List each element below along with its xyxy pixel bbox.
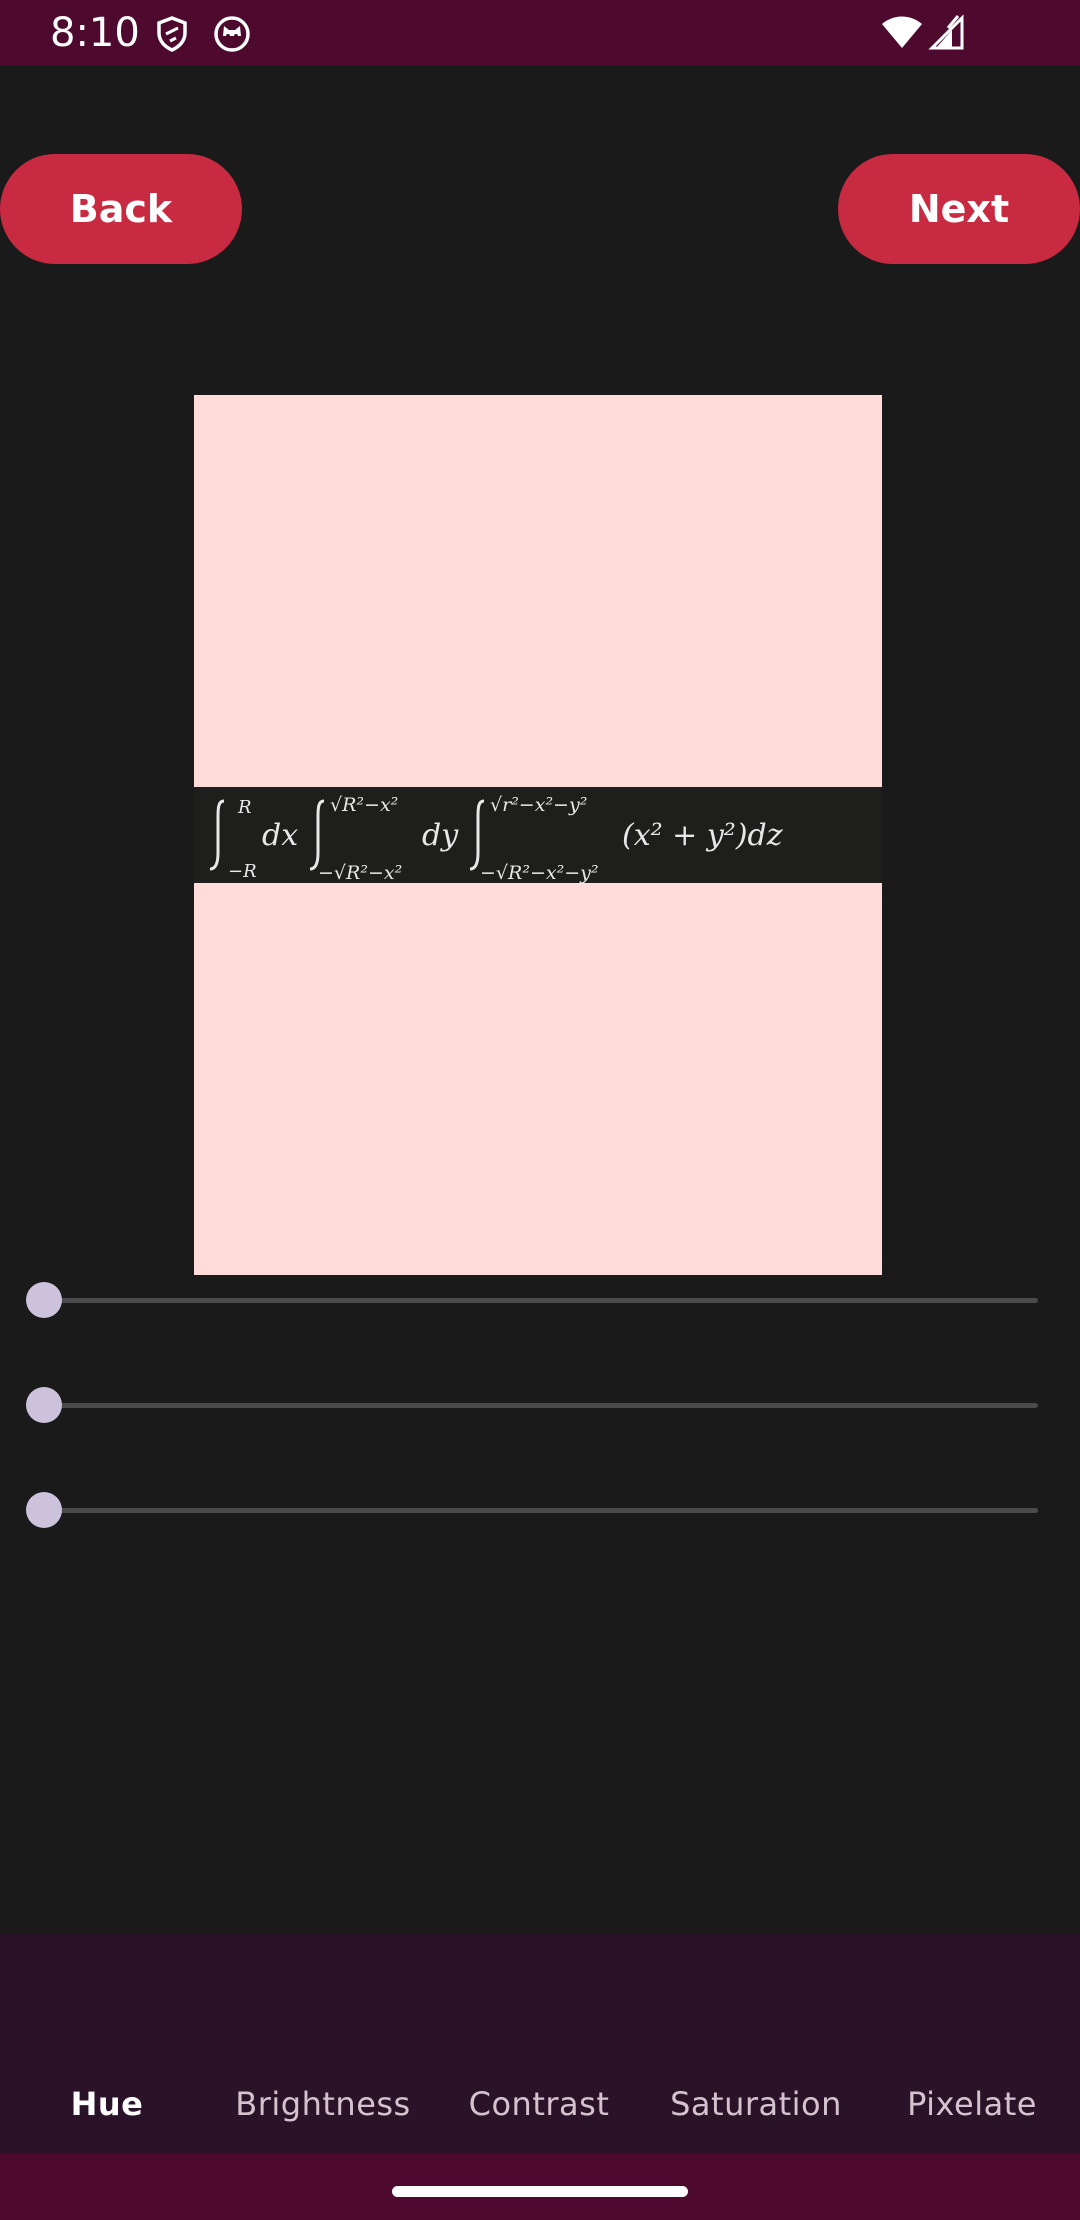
svg-text:(x² + y²)dz: (x² + y²)dz [622, 818, 783, 853]
adjust-slider-3[interactable] [26, 1490, 1038, 1530]
tab-contrast[interactable]: Contrast [454, 2074, 624, 2134]
svg-text:dx: dx [262, 818, 298, 853]
svg-text:√R²−x²: √R²−x² [330, 794, 398, 816]
tab-brightness[interactable]: Brightness [218, 2074, 428, 2134]
navigation-bar [0, 2154, 1080, 2220]
back-button[interactable]: Back [0, 154, 242, 264]
svg-text:−R: −R [228, 861, 257, 882]
filter-tab-bar: Hue Brightness Contrast Saturation Pixel… [0, 1934, 1080, 2154]
home-gesture-handle[interactable] [392, 2186, 688, 2197]
svg-text:−√R²−x²−y²: −√R²−x²−y² [480, 862, 598, 883]
adjust-slider-2[interactable] [26, 1385, 1038, 1425]
wifi-icon [880, 14, 924, 54]
slider-thumb[interactable] [26, 1492, 62, 1528]
status-time: 8:10 [50, 10, 140, 56]
next-button[interactable]: Next [838, 154, 1080, 264]
slider-track[interactable] [44, 1508, 1038, 1513]
svg-text:R: R [237, 797, 252, 818]
signal-icon [928, 14, 964, 54]
image-preview: R −R dx √R²−x² −√R²−x² dy √r²−x²−y² −√R²… [194, 395, 882, 1275]
svg-text:−√R²−x²: −√R²−x² [318, 862, 402, 883]
tab-saturation[interactable]: Saturation [656, 2074, 856, 2134]
adjust-slider-1[interactable] [26, 1280, 1038, 1320]
tab-hue[interactable]: Hue [34, 2074, 180, 2134]
shield-icon [152, 14, 192, 54]
svg-text:dy: dy [422, 818, 459, 853]
slider-track[interactable] [44, 1298, 1038, 1303]
cat-face-icon [212, 14, 252, 54]
slider-track[interactable] [44, 1403, 1038, 1408]
formula-graphic: R −R dx √R²−x² −√R²−x² dy √r²−x²−y² −√R²… [209, 794, 783, 883]
slider-thumb[interactable] [26, 1282, 62, 1318]
slider-thumb[interactable] [26, 1387, 62, 1423]
tab-pixelate[interactable]: Pixelate [892, 2074, 1052, 2134]
formula-image: R −R dx √R²−x² −√R²−x² dy √r²−x²−y² −√R²… [194, 787, 882, 883]
svg-text:√r²−x²−y²: √r²−x²−y² [490, 794, 587, 816]
status-bar: 8:10 [0, 0, 1080, 66]
